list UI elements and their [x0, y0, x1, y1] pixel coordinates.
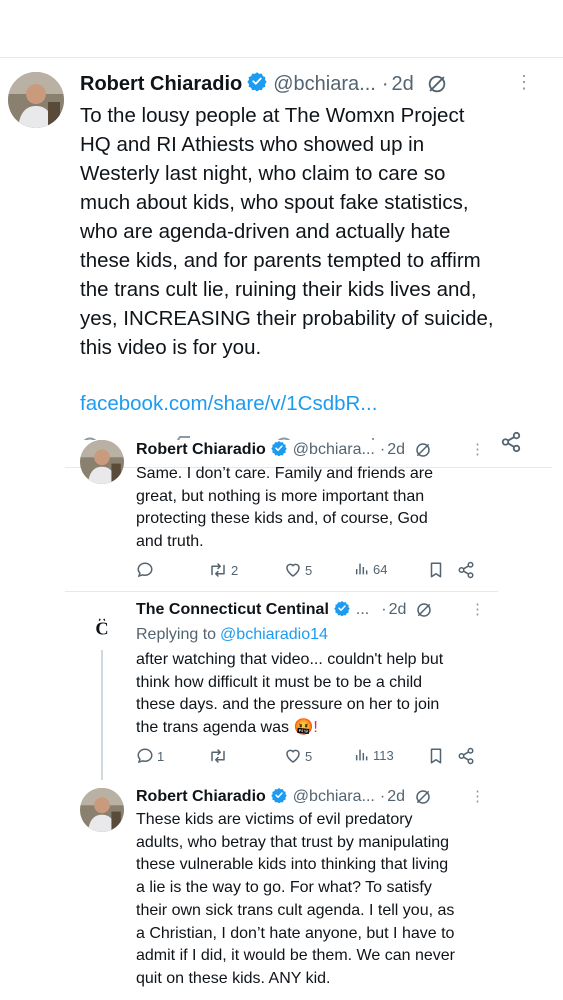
more-options-icon[interactable]: ⋮ — [515, 72, 533, 93]
reply-icon — [137, 748, 153, 764]
view-count: 64 — [373, 561, 388, 577]
tweet-link[interactable]: facebook.com/share/v/1CsdbR... — [80, 392, 377, 416]
share-icon-main[interactable] — [500, 431, 522, 458]
like-count: 5 — [305, 562, 313, 578]
newspaper-logo-icon[interactable]: C — [82, 612, 122, 644]
avatar[interactable] — [80, 440, 124, 484]
share-icon — [458, 561, 474, 579]
action-bar: 1 5 113 — [136, 747, 476, 769]
bookmark-icon — [430, 748, 442, 764]
replying-to: Replying to @bchiaradio14 — [136, 624, 328, 646]
timestamp[interactable]: 2d — [387, 788, 405, 806]
views-icon — [355, 563, 368, 575]
repost-count: 2 — [231, 562, 239, 578]
like-count: 5 — [305, 748, 313, 764]
replying-handle[interactable]: @bchiaradio14 — [220, 626, 328, 644]
tweet-header: The Connecticut Centinal ... · 2d — [136, 599, 433, 621]
tweet-text: after watching that video... couldn't he… — [136, 649, 536, 740]
views-button[interactable]: 113 — [354, 747, 394, 763]
person-photo-icon — [80, 788, 124, 832]
reply-count: 1 — [157, 748, 165, 764]
grok-icon[interactable] — [414, 788, 432, 806]
like-button[interactable]: 5 — [284, 747, 312, 765]
separator-dot: · — [379, 441, 386, 458]
reply-button[interactable]: 1 — [136, 747, 164, 765]
separator-dot: · — [381, 72, 389, 95]
more-options-icon[interactable]: ⋮ — [470, 440, 485, 458]
author-handle[interactable]: @bchiara... — [293, 788, 375, 806]
share-button[interactable] — [457, 561, 475, 579]
tweet-text: To the lousy people at The Womxn Project… — [80, 104, 494, 359]
top-divider — [0, 57, 563, 58]
verified-badge-icon — [247, 71, 267, 97]
reply-divider — [65, 591, 498, 592]
replying-label: Replying to — [136, 626, 217, 643]
grok-icon[interactable] — [426, 73, 448, 95]
heart-icon — [286, 563, 300, 577]
verified-badge-icon — [271, 787, 287, 808]
grok-icon[interactable] — [414, 441, 432, 459]
repost-button[interactable] — [208, 747, 231, 765]
heart-icon — [286, 749, 300, 763]
author-handle[interactable]: @bchiara... — [273, 73, 376, 96]
author-name[interactable]: Robert Chiaradio — [136, 788, 266, 806]
person-photo-icon — [80, 440, 124, 484]
tweet-text-body: after watching that video... couldn't he… — [136, 651, 444, 737]
verified-badge-icon — [334, 600, 350, 621]
views-icon — [355, 749, 368, 761]
view-count: 113 — [373, 747, 394, 763]
views-button[interactable]: 64 — [354, 561, 387, 577]
share-button[interactable] — [457, 747, 475, 765]
svg-text:C: C — [95, 618, 108, 638]
tweet-text: These kids are victims of evil predatory… — [136, 811, 455, 987]
author-name[interactable]: Robert Chiaradio — [80, 73, 242, 96]
tweet-header: Robert Chiaradio @bchiara... · 2d — [136, 786, 432, 808]
author-name[interactable]: Robert Chiaradio — [136, 441, 266, 459]
author-name[interactable]: The Connecticut Centinal — [136, 601, 329, 619]
bookmark-button[interactable] — [428, 747, 444, 765]
more-options-icon[interactable]: ⋮ — [470, 787, 485, 805]
separator-dot: · — [381, 601, 387, 618]
verified-badge-icon — [271, 440, 287, 461]
timestamp[interactable]: 2d — [392, 73, 414, 96]
avatar[interactable] — [8, 72, 64, 128]
timestamp[interactable]: 2d — [389, 601, 407, 619]
action-bar: 2 5 64 — [136, 561, 476, 583]
more-options-icon[interactable]: ⋮ — [470, 600, 485, 618]
author-handle[interactable]: @bchiara... — [293, 441, 375, 459]
author-handle[interactable]: ... — [356, 601, 369, 619]
angry-emoji: 🤬! — [293, 719, 318, 737]
bookmark-icon — [430, 562, 442, 578]
share-icon — [458, 747, 474, 765]
reply-button[interactable] — [136, 561, 157, 579]
reply-icon — [137, 562, 153, 578]
person-photo-icon — [8, 72, 64, 128]
tweet-header: Robert Chiaradio @bchiara... · 2d — [136, 439, 432, 461]
like-button[interactable]: 5 — [284, 561, 312, 579]
repost-icon — [211, 563, 225, 577]
tweet-text: Same. I don’t care. Family and friends a… — [136, 465, 434, 551]
thread-line — [101, 650, 103, 780]
avatar[interactable] — [80, 788, 124, 832]
bookmark-button[interactable] — [428, 561, 444, 579]
grok-icon[interactable] — [415, 601, 433, 619]
timestamp[interactable]: 2d — [387, 441, 405, 459]
tweet-header: Robert Chiaradio @bchiara... · 2d — [80, 71, 448, 97]
separator-dot: · — [379, 788, 386, 805]
repost-button[interactable]: 2 — [208, 561, 238, 579]
reply3-actions-clipped — [136, 994, 476, 1000]
repost-icon — [211, 749, 225, 763]
